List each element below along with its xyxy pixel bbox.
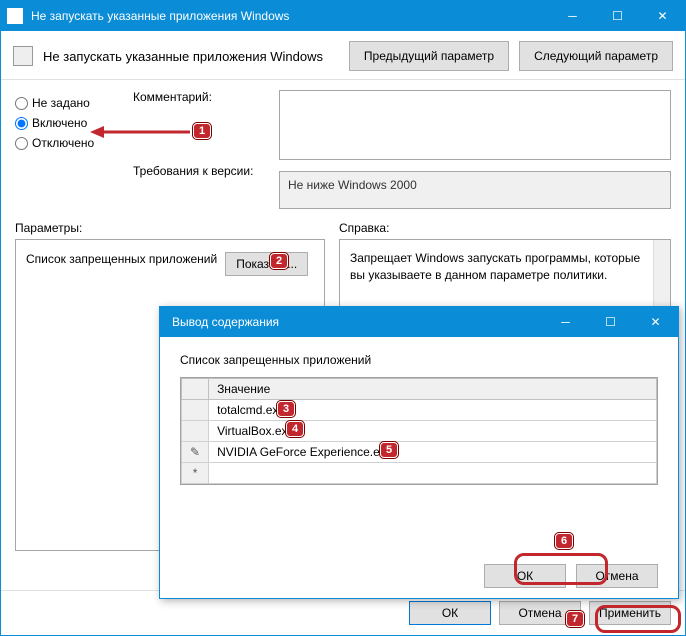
new-row-icon[interactable]: * [182,463,209,484]
main-ok-button[interactable]: ОК [409,601,491,625]
grid-cell[interactable]: VirtualBox.exe [209,421,657,442]
minimize-button[interactable]: ─ [550,1,595,31]
modal-title: Вывод содержания [166,315,543,329]
requirements-value: Не ниже Windows 2000 [279,171,671,209]
modal-cancel-button[interactable]: Отмена [576,564,658,588]
main-cancel-button[interactable]: Отмена [499,601,581,625]
params-label: Параметры: [15,221,325,235]
policy-heading: Не запускать указанные приложения Window… [43,49,339,64]
grid-cell[interactable]: totalcmd.exe [209,400,657,421]
modal-ok-button[interactable]: ОК [484,564,566,588]
help-text: Запрещает Windows запускать программы, к… [350,251,640,282]
main-titlebar[interactable]: ▦ Не запускать указанные приложения Wind… [1,1,685,31]
grid-body: totalcmd.exe VirtualBox.exe ✎NVIDIA GeFo… [182,400,657,484]
grid-corner [182,379,209,400]
main-apply-button[interactable]: Применить [589,601,671,625]
table-row: ✎NVIDIA GeForce Experience.exe [182,442,657,463]
help-label: Справка: [339,221,671,235]
radio-disabled-label: Отключено [32,136,94,150]
window-title: Не запускать указанные приложения Window… [31,9,550,23]
radio-not-configured[interactable]: Не задано [15,96,115,110]
show-button[interactable]: Показать... [225,252,308,276]
requirements-label: Требования к версии: [133,164,263,178]
radio-enabled-input[interactable] [15,117,28,130]
policy-icon [13,46,33,66]
grid-cell-empty[interactable] [209,463,657,484]
comment-input[interactable] [279,90,671,160]
radio-disabled-input[interactable] [15,137,28,150]
close-button[interactable]: ✕ [640,1,685,31]
table-row: totalcmd.exe [182,400,657,421]
grid-cell-editing[interactable]: NVIDIA GeForce Experience.exe [209,442,657,463]
table-row-new: * [182,463,657,484]
table-row: VirtualBox.exe [182,421,657,442]
maximize-button[interactable]: ☐ [595,1,640,31]
radio-not-configured-input[interactable] [15,97,28,110]
modal-maximize-button[interactable]: ☐ [588,307,633,337]
apps-grid[interactable]: Значение totalcmd.exe VirtualBox.exe ✎NV… [180,377,658,485]
next-setting-button[interactable]: Следующий параметр [519,41,673,71]
radio-enabled-label: Включено [32,116,87,130]
radio-not-configured-label: Не задано [32,96,90,110]
header-row: Не запускать указанные приложения Window… [1,31,685,80]
edit-row-icon[interactable]: ✎ [182,442,209,463]
comment-label: Комментарий: [133,90,263,104]
show-contents-dialog: Вывод содержания ─ ☐ ✕ Список запрещенны… [159,306,679,599]
app-icon: ▦ [7,8,23,24]
radio-disabled[interactable]: Отключено [15,136,115,150]
grid-col-header[interactable]: Значение [209,379,657,400]
params-text: Список запрещенных приложений [26,252,217,266]
modal-close-button[interactable]: ✕ [633,307,678,337]
previous-setting-button[interactable]: Предыдущий параметр [349,41,509,71]
modal-titlebar[interactable]: Вывод содержания ─ ☐ ✕ [160,307,678,337]
modal-minimize-button[interactable]: ─ [543,307,588,337]
modal-label: Список запрещенных приложений [180,353,658,367]
state-radio-group: Не задано Включено Отключено [15,90,115,209]
radio-enabled[interactable]: Включено [15,116,115,130]
